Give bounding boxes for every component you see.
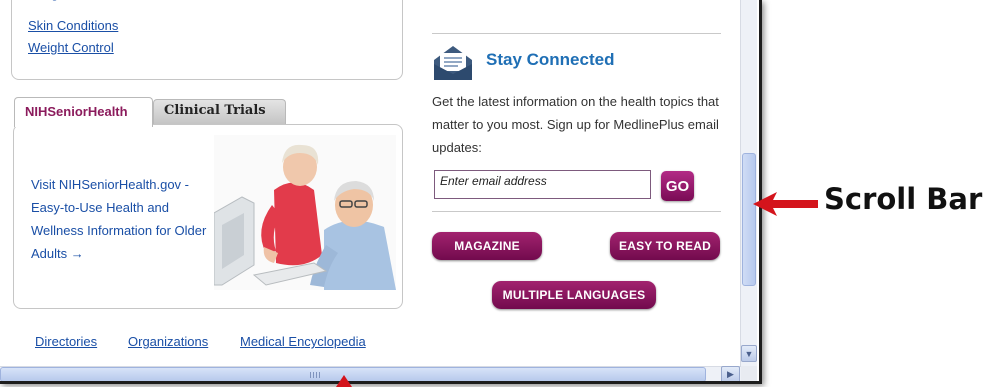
link-organizations[interactable]: Organizations [128,334,208,349]
stay-connected-title: Stay Connected [486,50,615,69]
annotation-arrow-icon [753,192,818,216]
scroll-down-arrow-icon[interactable]: ▼ [741,345,757,362]
link-medical-encyclopedia[interactable]: Medical Encyclopedia [240,334,366,349]
go-button[interactable]: GO [661,171,694,201]
divider-bottom [432,211,721,212]
scrollbar-corner [741,366,757,381]
topics-box: Weight Loss Skin Conditions Weight Contr… [11,0,403,80]
envelope-icon [432,44,474,82]
link-weight-control[interactable]: Weight Control [28,40,114,55]
email-input[interactable] [434,170,651,199]
link-skin-conditions[interactable]: Skin Conditions [28,18,118,33]
stay-connected-description: Get the latest information on the health… [432,94,719,155]
easy-to-read-button[interactable]: EASY TO READ [610,232,720,260]
annotation-label: Scroll Bar [824,182,983,216]
tab-clinical-trials[interactable]: Clinical Trials [153,99,286,125]
seniorhealth-promo-link[interactable]: Visit NIHSeniorHealth.gov - Easy-to-Use … [31,173,221,265]
seniors-photo [214,135,396,290]
magazine-button[interactable]: MAGAZINE [432,232,542,260]
link-directories[interactable]: Directories [35,334,97,349]
browser-window: Weight Loss Skin Conditions Weight Contr… [0,0,762,384]
tab-nihseniorhealth[interactable]: NIHSeniorHealth [14,97,153,127]
vertical-scrollbar-thumb[interactable] [742,153,756,286]
divider-top [432,33,721,34]
multiple-languages-button[interactable]: MULTIPLE LANGUAGES [492,281,656,309]
horizontal-scrollbar-thumb[interactable] [0,367,706,381]
scrollbar-grip-icon [310,372,322,378]
scroll-right-arrow-icon[interactable]: ▶ [721,366,740,381]
page-viewport: Weight Loss Skin Conditions Weight Contr… [0,0,740,366]
annotation-bottom-arrow-icon [336,375,352,387]
seniorhealth-panel: Visit NIHSeniorHealth.gov - Easy-to-Use … [13,124,403,309]
cut-off-link[interactable]: Weight Loss [29,0,99,1]
